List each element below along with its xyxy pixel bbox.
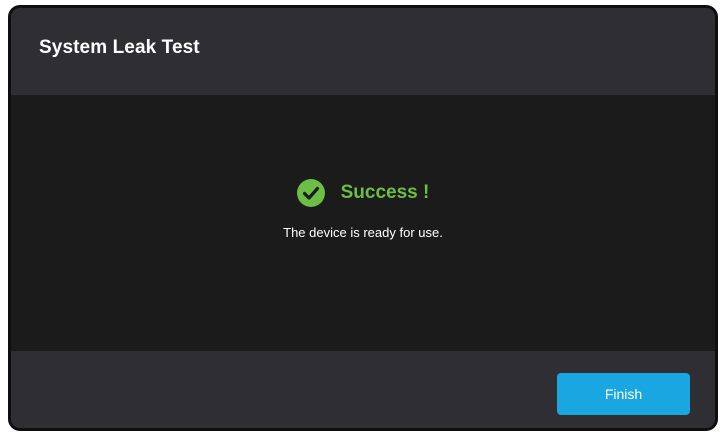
dialog-body: Success ! The device is ready for use. [11,95,715,351]
dialog-title: System Leak Test [39,37,200,58]
status-message: The device is ready for use. [283,225,443,240]
check-circle-icon [296,179,325,207]
leak-test-dialog: System Leak Test Success ! The device is… [8,5,718,431]
dialog-header: System Leak Test [11,8,715,95]
finish-button[interactable]: Finish [557,373,690,415]
dialog-footer: Finish [11,351,715,428]
status-row: Success ! [11,179,715,207]
status-text: Success ! [340,182,430,203]
